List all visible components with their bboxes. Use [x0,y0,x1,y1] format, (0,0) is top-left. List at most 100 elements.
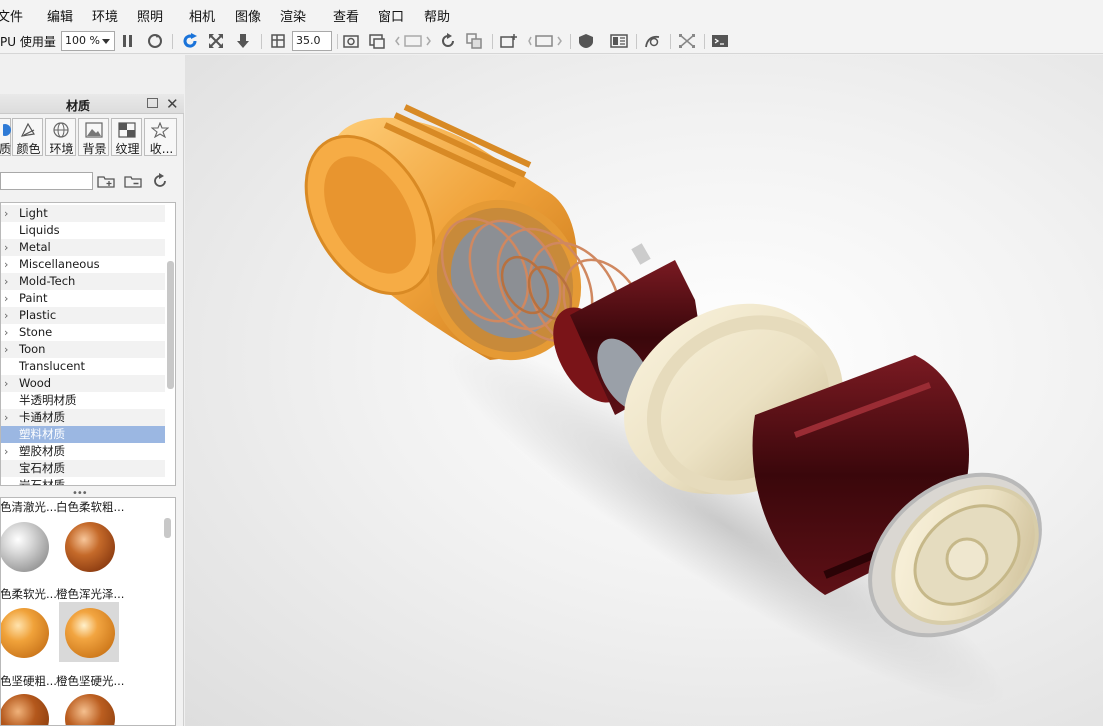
chevron-right-icon[interactable]: › [4,256,8,273]
camera-switch-icon[interactable] [394,32,434,50]
tree-item-rubber-cn[interactable]: › 塑胶材质 [1,443,165,460]
material-thumbnail[interactable] [59,516,119,576]
menu-render[interactable]: 渲染 [280,6,306,25]
material-search-input[interactable] [0,172,93,190]
tree-item-plastic[interactable]: › Plastic [1,307,165,324]
field-of-view-input[interactable]: 35.0 [292,31,332,51]
material-thumbnail[interactable] [1,602,53,662]
tree-item-plastic-cn[interactable]: 塑料材质 [1,426,165,443]
thumbnail-scrollbar[interactable] [164,518,171,538]
star-icon [151,122,169,138]
tree-item-light[interactable]: › Light [1,205,165,222]
menu-camera[interactable]: 相机 [189,6,215,25]
tree-scrollbar[interactable] [167,261,174,389]
presentation-icon[interactable] [609,32,629,50]
reset-view-icon[interactable] [181,32,199,50]
tab-colors[interactable]: 颜色 [12,118,43,156]
tree-item-label: Miscellaneous [19,257,100,271]
menu-environment[interactable]: 环境 [92,6,118,25]
chevron-right-icon[interactable]: › [4,239,8,256]
tree-item-label: Toon [19,342,46,356]
rotate-icon[interactable] [439,32,457,50]
tree-item-toon-cn[interactable]: › 卡通材质 [1,409,165,426]
shield-icon[interactable] [577,32,595,50]
material-preview-sphere [1,694,49,725]
tree-item-miscellaneous[interactable]: › Miscellaneous [1,256,165,273]
material-thumbnail[interactable] [59,688,119,725]
material-preview-sphere [1,608,49,658]
menu-window[interactable]: 窗口 [378,6,404,25]
render-viewport[interactable] [185,55,1103,726]
tree-item-wood[interactable]: › Wood [1,375,165,392]
tree-item-gem-cn[interactable]: 宝石材质 [1,460,165,477]
refresh-icon[interactable] [151,173,169,189]
chevron-right-icon[interactable]: › [4,290,8,307]
thumb-label: 色清澈光... [0,500,57,514]
menu-file[interactable]: 文件 [0,6,23,25]
tab-textures[interactable]: 纹理 [111,118,142,156]
tree-item-toon[interactable]: › Toon [1,341,165,358]
tree-item-translucent[interactable]: Translucent [1,358,165,375]
chevron-right-icon[interactable]: › [4,307,8,324]
tab-favorites-label: 收... [149,142,174,156]
chevron-right-icon[interactable]: › [4,324,8,341]
menu-lighting[interactable]: 照明 [137,6,163,25]
curve-tool-icon[interactable] [643,32,663,50]
tab-backplate[interactable]: 背景 [78,118,109,156]
menu-view[interactable]: 查看 [333,6,359,25]
close-icon[interactable]: ✕ [166,95,179,113]
chevron-right-icon[interactable]: › [4,341,8,358]
menu-help[interactable]: 帮助 [424,6,450,25]
tree-item-paint[interactable]: › Paint [1,290,165,307]
move-down-icon[interactable] [234,32,252,50]
landscape-image-icon [85,122,103,138]
refresh-render-icon[interactable] [146,32,164,50]
tree-item-mold-tech[interactable]: › Mold-Tech [1,273,165,290]
fit-view-icon[interactable] [207,32,225,50]
material-preview-sphere [65,522,115,572]
tree-item-translucent-cn[interactable]: 半透明材质 [1,392,165,409]
chevron-right-icon[interactable]: › [4,409,8,426]
geometry-view-icon[interactable] [677,32,697,50]
float-window-icon[interactable] [147,98,158,108]
chevron-right-icon[interactable]: › [4,205,8,222]
field-of-view-value: 35.0 [296,34,321,47]
panel-title: 材质 [66,99,91,113]
thumb-label: 橙色坚硬光... [56,674,125,688]
tab-backplate-label: 背景 [82,142,107,156]
add-model-icon[interactable] [499,32,519,50]
tree-item-liquids[interactable]: Liquids [1,222,165,239]
tab-favorites[interactable]: 收... [144,118,177,156]
material-thumbnail[interactable] [1,516,53,576]
chevron-right-icon[interactable]: › [4,443,8,460]
screenshot-icon[interactable] [342,32,360,50]
menu-image[interactable]: 图像 [235,6,261,25]
tab-materials[interactable]: 质 [0,118,11,156]
tab-colors-label: 颜色 [16,142,41,156]
tab-environment[interactable]: 环境 [45,118,76,156]
tab-materials-label: 质 [0,142,11,156]
tree-item-rock-cn[interactable]: 岩石材质 [1,477,165,485]
toolbar-divider [337,34,338,49]
remove-folder-icon[interactable] [124,173,142,189]
material-thumbnail[interactable] [1,688,53,725]
tree-item-stone[interactable]: › Stone [1,324,165,341]
pause-icon[interactable] [121,32,135,50]
menu-edit[interactable]: 编辑 [47,6,73,25]
toolbar-divider [261,34,262,49]
tree-item-label: 塑胶材质 [19,444,65,458]
chevron-right-icon[interactable]: › [4,375,8,392]
gpu-usage-select[interactable]: 100 % [61,31,115,51]
console-icon[interactable] [710,32,730,50]
model-set-icon[interactable] [527,32,565,50]
material-thumbnail[interactable] [59,602,119,662]
render-image-icon[interactable] [368,32,386,50]
copy-icon[interactable] [465,32,483,50]
checker-icon [118,122,136,138]
material-tree[interactable]: › Light Liquids › Metal › Miscellaneous › Mo… [0,202,176,486]
add-folder-icon[interactable] [97,173,115,189]
thumb-label: 色柔软光... [0,587,57,601]
chevron-right-icon[interactable]: › [4,273,8,290]
tree-item-label: Paint [19,291,48,305]
tree-item-metal[interactable]: › Metal [1,239,165,256]
